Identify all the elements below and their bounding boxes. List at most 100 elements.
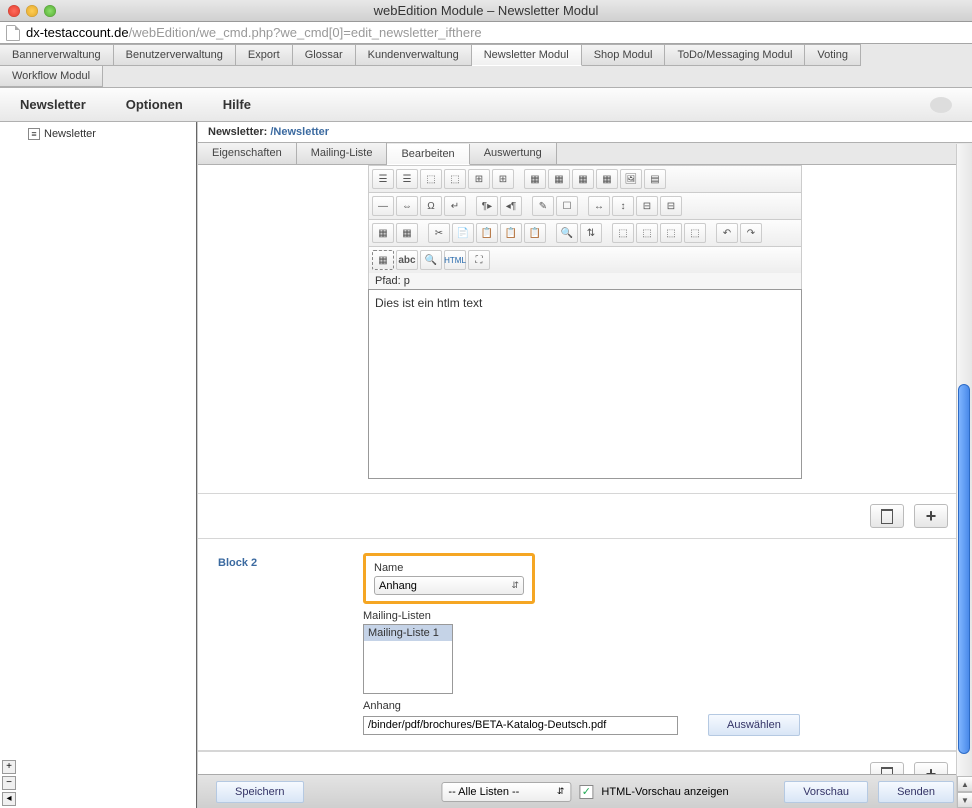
- sub-tab[interactable]: Eigenschaften: [198, 143, 297, 164]
- rte-rtl-icon[interactable]: ◂¶: [500, 196, 522, 216]
- rte-showblocks-icon[interactable]: ▦: [372, 250, 394, 270]
- address-path: /webEdition/we_cmd.php?we_cmd[0]=edit_ne…: [129, 25, 482, 40]
- rte-btn[interactable]: ⬚: [684, 223, 706, 243]
- rte-ltr-icon[interactable]: ¶▸: [476, 196, 498, 216]
- sidebar-tree: ≡ Newsletter: [0, 122, 197, 808]
- rte-omega-icon[interactable]: Ω: [420, 196, 442, 216]
- module-tab[interactable]: Benutzerverwaltung: [114, 44, 236, 66]
- rte-btn[interactable]: ▦: [596, 169, 618, 189]
- comment-icon[interactable]: [930, 97, 952, 113]
- select-file-button[interactable]: Auswählen: [708, 714, 800, 736]
- rte-btn[interactable]: ↔: [588, 196, 610, 216]
- rte-btn[interactable]: ▦: [572, 169, 594, 189]
- rte-btn[interactable]: ⬚: [660, 223, 682, 243]
- rte-btn[interactable]: ⬚: [636, 223, 658, 243]
- bottom-bar: Speichern -- Alle Listen -- ⇵ ✓ HTML-Vor…: [198, 774, 972, 808]
- block2-section: Block 2 Name Anhang ⇵ Mailing-Listen Mai…: [198, 539, 972, 751]
- mailing-list-option[interactable]: Mailing-Liste 1: [364, 625, 452, 641]
- send-button[interactable]: Senden: [878, 781, 954, 803]
- rte-btn[interactable]: ☐: [556, 196, 578, 216]
- rte-cut-icon[interactable]: ✂: [428, 223, 450, 243]
- rte-edit-icon[interactable]: ✎: [532, 196, 554, 216]
- rte-btn[interactable]: ⊟: [636, 196, 658, 216]
- rte-replace-icon[interactable]: ⇅: [580, 223, 602, 243]
- sub-tab[interactable]: Mailing-Liste: [297, 143, 388, 164]
- content-scroll[interactable]: ☰ ☰ ⬚ ⬚ ⊞ ⊞ ▦ ▦ ▦ ▦ 🖼 ▤: [198, 165, 972, 808]
- block2-anhang-input[interactable]: [363, 716, 678, 735]
- save-button[interactable]: Speichern: [216, 781, 304, 803]
- rte-link-icon[interactable]: ⇔: [396, 196, 418, 216]
- rte-content-area[interactable]: Dies ist ein htlm text: [368, 289, 802, 479]
- chevron-updown-icon: ⇵: [557, 786, 565, 797]
- rte-btn[interactable]: ▦: [396, 223, 418, 243]
- rte-spellcheck-icon[interactable]: abc: [396, 250, 418, 270]
- module-tab[interactable]: Glossar: [293, 44, 356, 66]
- rte-btn[interactable]: ⬚: [420, 169, 442, 189]
- rte-image-icon[interactable]: 🖼: [620, 169, 642, 189]
- close-window-button[interactable]: [8, 5, 20, 17]
- rte-zoom-icon[interactable]: 🔍: [420, 250, 442, 270]
- html-preview-label: HTML-Vorschau anzeigen: [601, 786, 728, 798]
- rte-copy-icon[interactable]: 📄: [452, 223, 474, 243]
- rte-return-icon[interactable]: ↵: [444, 196, 466, 216]
- rte-btn[interactable]: ▦: [524, 169, 546, 189]
- rte-redo-icon[interactable]: ↷: [740, 223, 762, 243]
- rte-btn[interactable]: ↕: [612, 196, 634, 216]
- rte-paste-word-icon[interactable]: 📋: [524, 223, 546, 243]
- menu-newsletter[interactable]: Newsletter: [20, 97, 86, 112]
- module-tab[interactable]: Export: [236, 44, 293, 66]
- rte-find-icon[interactable]: 🔍: [556, 223, 578, 243]
- rte-btn[interactable]: ⊞: [468, 169, 490, 189]
- rte-btn[interactable]: ▦: [372, 223, 394, 243]
- rte-toolbar-row2: — ⇔ Ω ↵ ¶▸ ◂¶ ✎ ☐ ↔ ↕ ⊟ ⊟: [368, 192, 802, 219]
- module-tab[interactable]: Voting: [805, 44, 861, 66]
- sidebar-expand-button[interactable]: +: [2, 760, 16, 774]
- module-tab[interactable]: Bannerverwaltung: [0, 44, 114, 66]
- rte-toolbar-row4: ▦ abc 🔍 HTML ⛶: [368, 246, 802, 273]
- rte-paste-icon[interactable]: 📋: [476, 223, 498, 243]
- menu-hilfe[interactable]: Hilfe: [223, 97, 251, 112]
- scrollbar[interactable]: ▲ ▼: [956, 144, 972, 808]
- scrollbar-thumb[interactable]: [958, 384, 970, 754]
- module-tab[interactable]: Workflow Modul: [0, 66, 103, 87]
- scrollbar-down-arrow[interactable]: ▼: [957, 792, 972, 808]
- module-tab[interactable]: Newsletter Modul: [472, 44, 582, 66]
- rte-btn[interactable]: ▦: [548, 169, 570, 189]
- rte-btn[interactable]: ⊟: [660, 196, 682, 216]
- module-tab[interactable]: ToDo/Messaging Modul: [665, 44, 805, 66]
- sidebar-collapse-button[interactable]: −: [2, 776, 16, 790]
- rte-source-icon[interactable]: HTML: [444, 250, 466, 270]
- sub-tab[interactable]: Bearbeiten: [387, 144, 469, 165]
- preview-button[interactable]: Vorschau: [784, 781, 868, 803]
- sub-tab[interactable]: Auswertung: [470, 143, 557, 164]
- rte-btn[interactable]: ⊞: [492, 169, 514, 189]
- window-title: webEdition Module – Newsletter Modul: [374, 3, 599, 18]
- delete-block-button[interactable]: [870, 504, 904, 528]
- block2-mailing-listbox[interactable]: Mailing-Liste 1: [363, 624, 453, 694]
- module-tab[interactable]: Shop Modul: [582, 44, 666, 66]
- add-block-button[interactable]: +: [914, 504, 948, 528]
- module-tab[interactable]: Kundenverwaltung: [356, 44, 472, 66]
- name-label: Name: [374, 562, 524, 574]
- sidebar-hide-button[interactable]: ◂: [2, 792, 16, 806]
- rte-btn[interactable]: ⬚: [612, 223, 634, 243]
- list-filter-select[interactable]: -- Alle Listen -- ⇵: [441, 782, 571, 802]
- rte-undo-icon[interactable]: ↶: [716, 223, 738, 243]
- rte-fullscreen-icon[interactable]: ⛶: [468, 250, 490, 270]
- zoom-window-button[interactable]: [44, 5, 56, 17]
- rte-paste-special-icon[interactable]: 📋: [500, 223, 522, 243]
- menu-optionen[interactable]: Optionen: [126, 97, 183, 112]
- rte-btn[interactable]: ⬚: [444, 169, 466, 189]
- minimize-window-button[interactable]: [26, 5, 38, 17]
- document-icon: ≡: [28, 128, 40, 140]
- rte-btn[interactable]: ☰: [396, 169, 418, 189]
- rte-toolbar-row1: ☰ ☰ ⬚ ⬚ ⊞ ⊞ ▦ ▦ ▦ ▦ 🖼 ▤: [368, 165, 802, 192]
- rte-btn[interactable]: ☰: [372, 169, 394, 189]
- block2-name-select[interactable]: Anhang ⇵: [374, 576, 524, 595]
- rte-hr-icon[interactable]: —: [372, 196, 394, 216]
- tree-item-newsletter[interactable]: ≡ Newsletter: [28, 128, 190, 140]
- window-controls: [8, 5, 56, 17]
- rte-btn[interactable]: ▤: [644, 169, 666, 189]
- html-preview-checkbox[interactable]: ✓: [579, 785, 593, 799]
- scrollbar-up-arrow[interactable]: ▲: [957, 776, 972, 792]
